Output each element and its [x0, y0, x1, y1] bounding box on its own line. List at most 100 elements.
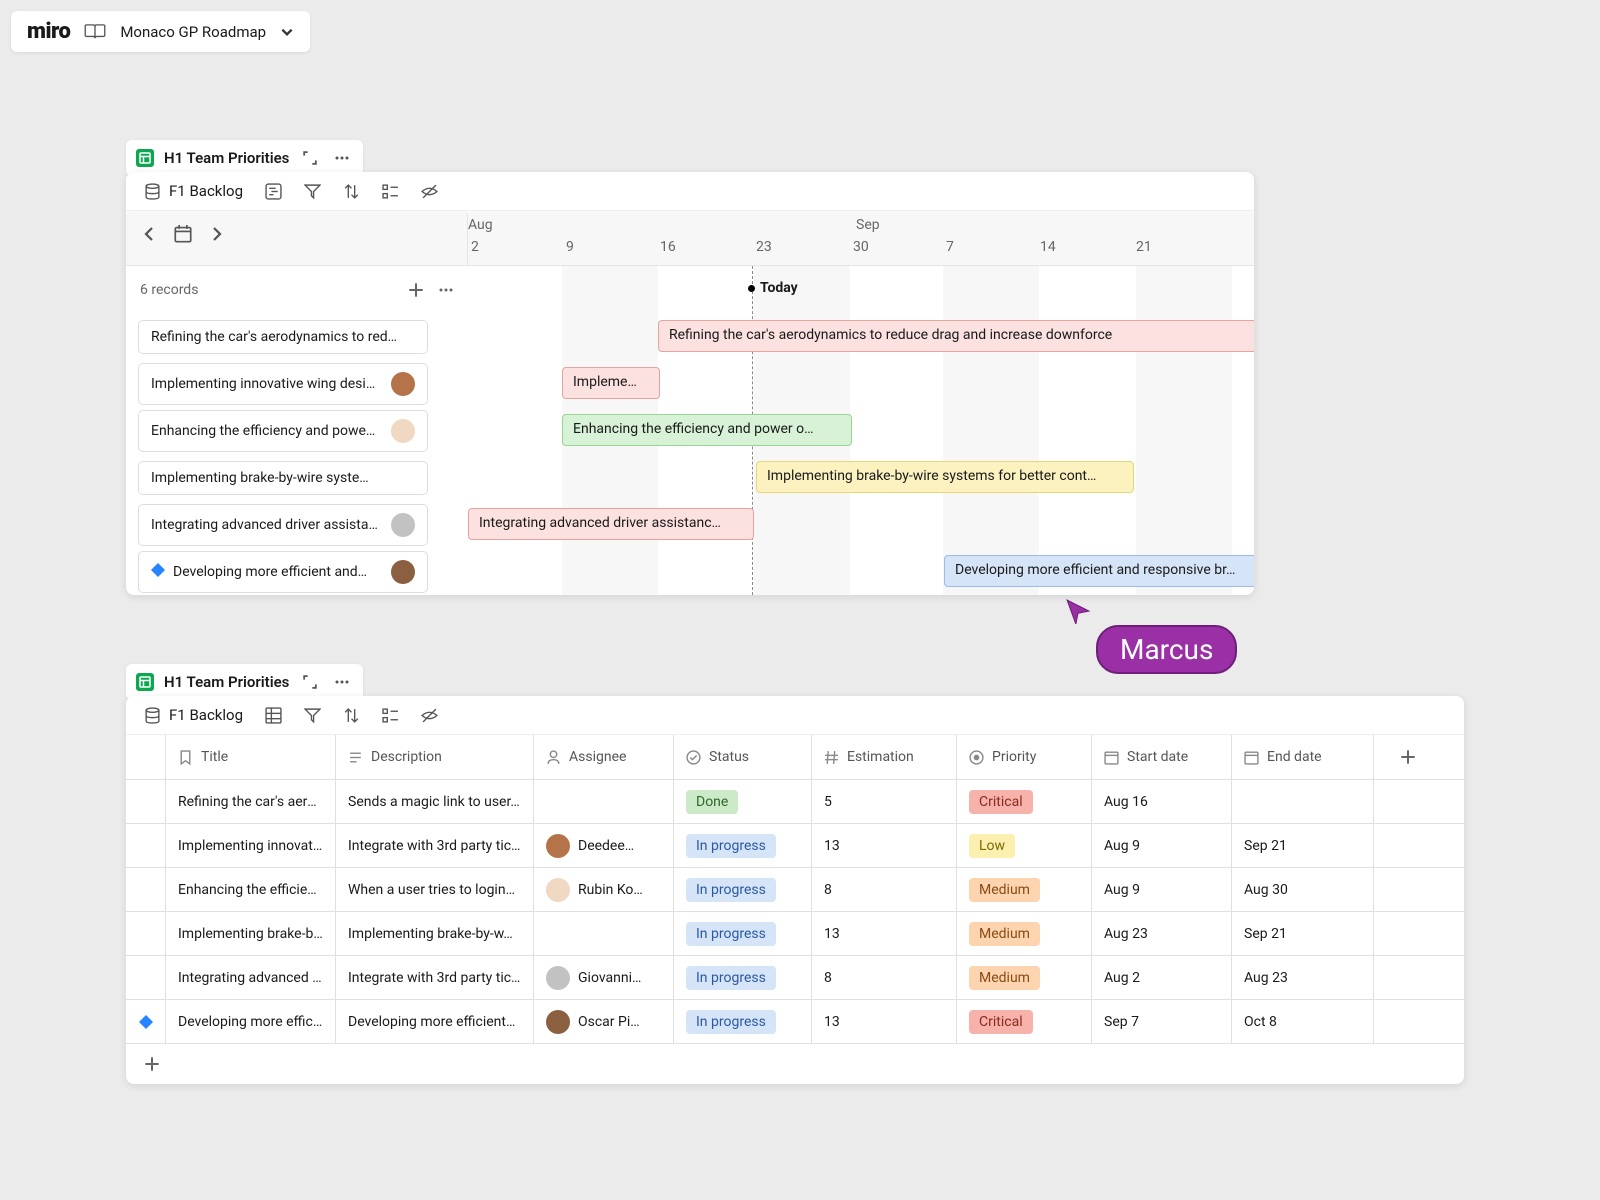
database-icon[interactable]: [144, 183, 161, 200]
panel-header-1: H1 Team Priorities: [126, 140, 363, 176]
more-icon[interactable]: [331, 671, 353, 693]
calendar-icon[interactable]: [174, 225, 192, 243]
priority-badge: Critical: [969, 790, 1033, 814]
sort-icon[interactable]: [343, 707, 360, 724]
day-label: 2: [471, 239, 479, 255]
priority-badge: Medium: [969, 966, 1040, 990]
more-icon[interactable]: [331, 147, 353, 169]
avatar: [546, 834, 570, 858]
day-label: 9: [566, 239, 574, 255]
calendar-icon: [1244, 750, 1259, 765]
day-label: 7: [946, 239, 954, 255]
cursor-icon: [1065, 598, 1091, 624]
timeline-panel: F1 Backlog 6 records Refin: [126, 172, 1254, 595]
status-badge: Done: [686, 790, 738, 814]
month-label: Aug: [468, 217, 493, 233]
hide-icon[interactable]: [421, 707, 438, 724]
timeline-bar[interactable]: Integrating advanced driver assistanc…: [468, 508, 754, 540]
avatar: [391, 560, 415, 584]
add-column[interactable]: [1374, 735, 1442, 779]
remote-cursor-label: Marcus: [1096, 625, 1237, 674]
database-icon[interactable]: [144, 707, 161, 724]
record-title: Implementing innovative wing desi…: [151, 376, 383, 392]
panel-title: H1 Team Priorities: [164, 149, 289, 167]
table-row[interactable]: Implementing innovat…Integrate with 3rd …: [126, 824, 1464, 868]
add-row[interactable]: [126, 1044, 1464, 1084]
record-row[interactable]: Refining the car's aerodynamics to red…: [126, 313, 468, 360]
filter-icon[interactable]: [304, 707, 321, 724]
timeline-bar[interactable]: Refining the car's aerodynamics to reduc…: [658, 320, 1254, 352]
hide-icon[interactable]: [421, 183, 438, 200]
backlog-name[interactable]: F1 Backlog: [169, 706, 243, 724]
table-row[interactable]: Developing more effici…Developing more e…: [126, 1000, 1464, 1044]
timeline-toolbar: F1 Backlog: [126, 172, 1254, 211]
calendar-icon: [1104, 750, 1119, 765]
status-badge: In progress: [686, 878, 776, 902]
day-label: 30: [853, 239, 869, 255]
priority-icon: [969, 750, 984, 765]
prev-icon[interactable]: [140, 225, 158, 243]
person-icon: [546, 750, 561, 765]
add-record-icon[interactable]: [408, 282, 424, 298]
group-icon[interactable]: [382, 707, 399, 724]
avatar: [546, 966, 570, 990]
board-header: miro Monaco GP Roadmap: [11, 11, 310, 52]
status-badge: In progress: [686, 966, 776, 990]
chevron-down-icon[interactable]: [280, 25, 294, 39]
th-title[interactable]: Title: [166, 735, 336, 779]
record-row[interactable]: Implementing brake-by-wire syste…: [126, 454, 468, 501]
day-label: 16: [660, 239, 676, 255]
table-row[interactable]: Refining the car's aero…Sends a magic li…: [126, 780, 1464, 824]
th-description[interactable]: Description: [336, 735, 534, 779]
panel-title: H1 Team Priorities: [164, 673, 289, 691]
plus-icon: [144, 1056, 160, 1072]
th-priority[interactable]: Priority: [957, 735, 1092, 779]
month-label: Sep: [856, 217, 880, 233]
next-icon[interactable]: [208, 225, 226, 243]
timeline-bar[interactable]: Impleme…: [562, 367, 660, 399]
priority-badge: Low: [969, 834, 1015, 858]
timeline-bar[interactable]: Developing more efficient and responsive…: [944, 555, 1254, 587]
record-row[interactable]: Implementing innovative wing desi…: [126, 360, 468, 407]
th-start-date[interactable]: Start date: [1092, 735, 1232, 779]
bookmark-icon: [178, 750, 193, 765]
jira-icon: [151, 563, 165, 581]
record-row[interactable]: Enhancing the efficiency and powe…: [126, 407, 468, 454]
day-label: 14: [1040, 239, 1056, 255]
plus-icon: [1400, 749, 1416, 765]
gantt-view-icon[interactable]: [265, 183, 282, 200]
filter-icon[interactable]: [304, 183, 321, 200]
timeline-bar[interactable]: Enhancing the efficiency and power o…: [562, 414, 852, 446]
th-end-date[interactable]: End date: [1232, 735, 1374, 779]
table-row[interactable]: Integrating advanced d…Integrate with 3r…: [126, 956, 1464, 1000]
timeline-bar[interactable]: Implementing brake-by-wire systems for b…: [756, 461, 1134, 493]
table-panel: F1 Backlog Title Description Assignee St…: [126, 696, 1464, 1084]
th-status[interactable]: Status: [674, 735, 812, 779]
expand-icon[interactable]: [299, 147, 321, 169]
th-estimation[interactable]: Estimation: [812, 735, 957, 779]
status-badge: In progress: [686, 834, 776, 858]
timeline-main[interactable]: AugSep2916233071421 Today Refining the c…: [468, 211, 1254, 595]
day-label: 21: [1136, 239, 1152, 255]
record-row[interactable]: Developing more efficient and…: [126, 548, 468, 595]
board-name[interactable]: Monaco GP Roadmap: [120, 23, 266, 41]
status-badge: In progress: [686, 922, 776, 946]
table-view-icon[interactable]: [265, 707, 282, 724]
sort-icon[interactable]: [343, 183, 360, 200]
sheet-icon: [136, 149, 154, 167]
status-badge: In progress: [686, 1010, 776, 1034]
avatar: [391, 372, 415, 396]
record-title: Integrating advanced driver assista…: [151, 517, 383, 533]
table-row[interactable]: Implementing brake-b…Implementing brake-…: [126, 912, 1464, 956]
record-title: Developing more efficient and…: [173, 564, 383, 580]
record-row[interactable]: Integrating advanced driver assista…: [126, 501, 468, 548]
record-title: Enhancing the efficiency and powe…: [151, 423, 383, 439]
text-icon: [348, 750, 363, 765]
backlog-name[interactable]: F1 Backlog: [169, 182, 243, 200]
table-row[interactable]: Enhancing the efficien…When a user tries…: [126, 868, 1464, 912]
day-label: 23: [756, 239, 772, 255]
expand-icon[interactable]: [299, 671, 321, 693]
more-records-icon[interactable]: [438, 288, 454, 292]
group-icon[interactable]: [382, 183, 399, 200]
th-assignee[interactable]: Assignee: [534, 735, 674, 779]
